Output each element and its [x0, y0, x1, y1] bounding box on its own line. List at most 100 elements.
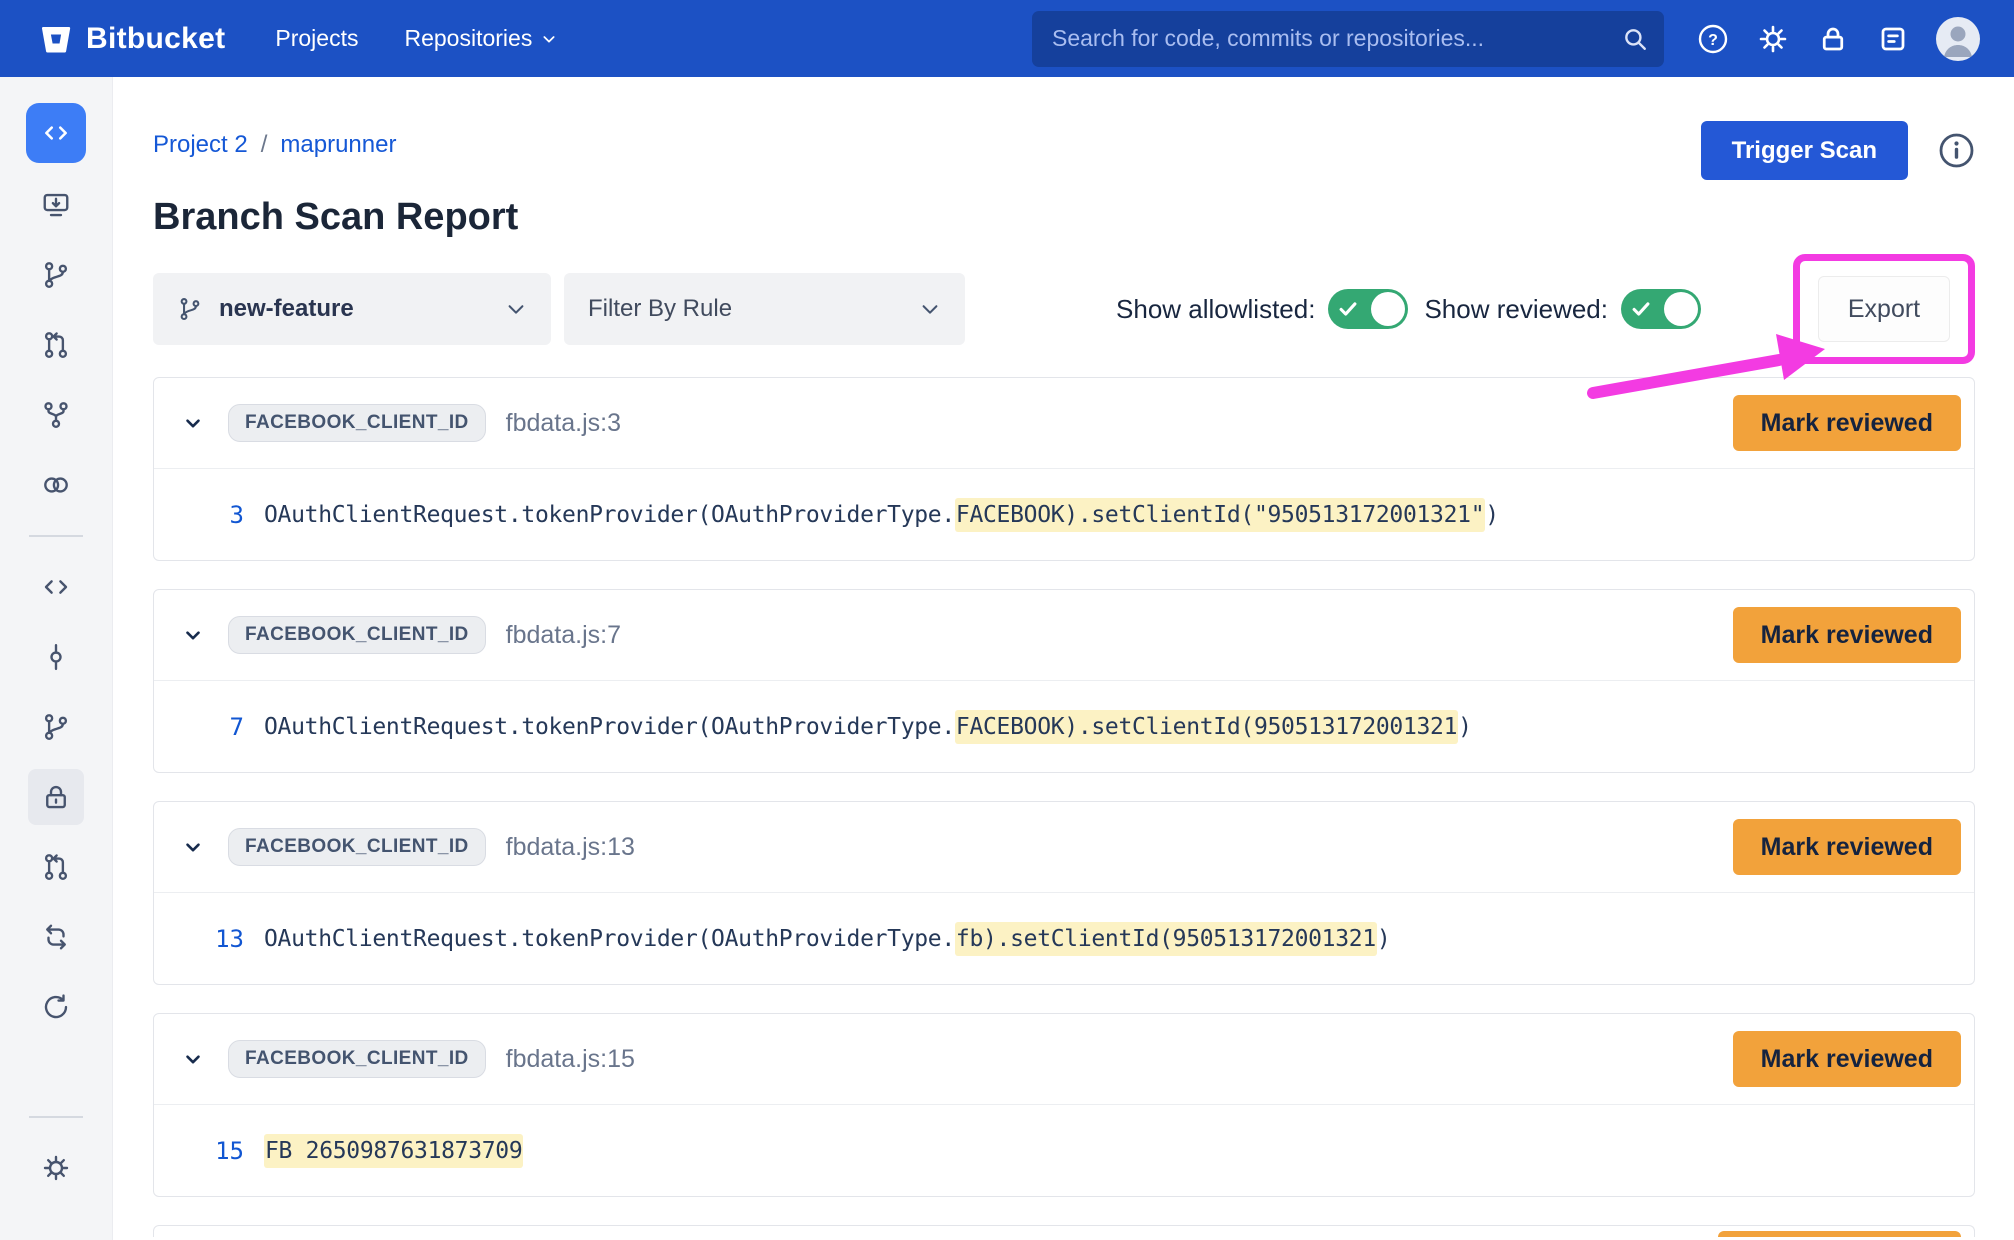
- finding-card-partial: [153, 1225, 1975, 1237]
- page-header: Project 2 / maprunner Trigger Scan: [153, 121, 1975, 180]
- collapse-chevron-icon[interactable]: [182, 412, 204, 434]
- header-actions: Trigger Scan: [1701, 121, 1975, 180]
- lock-icon[interactable]: [1816, 22, 1850, 56]
- brand-name: Bitbucket: [86, 22, 225, 56]
- security-lock-icon[interactable]: [28, 769, 84, 825]
- filter-row: new-feature Filter By Rule Show allowlis…: [153, 273, 1975, 345]
- primary-nav: Projects Repositories: [275, 25, 557, 52]
- show-allowlisted-toggle[interactable]: [1328, 289, 1408, 329]
- breadcrumb-repo-link[interactable]: maprunner: [280, 131, 396, 159]
- rule-filter-select[interactable]: Filter By Rule: [564, 273, 965, 345]
- show-reviewed-toggle[interactable]: [1621, 289, 1701, 329]
- compare-icon[interactable]: [28, 909, 84, 965]
- toggle-knob: [1371, 292, 1405, 326]
- findings-list: FACEBOOK_CLIENT_ID fbdata.js:3 Mark revi…: [153, 377, 1975, 1237]
- finding-location: fbdata.js:15: [506, 1045, 635, 1074]
- pipelines-icon[interactable]: [28, 457, 84, 513]
- breadcrumb-project-link[interactable]: Project 2: [153, 131, 248, 159]
- finding-card-header: FACEBOOK_CLIENT_ID fbdata.js:3 Mark revi…: [154, 378, 1974, 468]
- repository-icon[interactable]: [26, 103, 86, 163]
- trigger-scan-button[interactable]: Trigger Scan: [1701, 121, 1908, 180]
- collapse-chevron-icon[interactable]: [182, 624, 204, 646]
- nav-repositories-label: Repositories: [404, 25, 532, 52]
- chevron-down-icon: [919, 298, 941, 320]
- show-reviewed-label: Show reviewed:: [1424, 294, 1608, 325]
- secret-highlight: FACEBOOK).setClientId("950513172001321": [955, 498, 1485, 532]
- finding-card: FACEBOOK_CLIENT_ID fbdata.js:7 Mark revi…: [153, 589, 1975, 773]
- help-icon[interactable]: ?: [1696, 22, 1730, 56]
- page-title: Branch Scan Report: [153, 196, 1975, 239]
- code-snippet: 13 OAuthClientRequest.tokenProvider(OAut…: [154, 892, 1974, 984]
- export-button[interactable]: Export: [1818, 276, 1950, 342]
- svg-text:?: ?: [1708, 32, 1718, 49]
- sync-icon[interactable]: [28, 979, 84, 1035]
- collapse-chevron-icon[interactable]: [182, 1048, 204, 1070]
- nav-repositories[interactable]: Repositories: [404, 25, 557, 52]
- code-line-number: 3: [200, 501, 244, 529]
- chevron-down-icon: [505, 298, 527, 320]
- mark-reviewed-button[interactable]: Mark reviewed: [1733, 1031, 1961, 1087]
- pull-request-icon[interactable]: [28, 317, 84, 373]
- mark-reviewed-button[interactable]: Mark reviewed: [1733, 607, 1961, 663]
- commit-icon[interactable]: [28, 629, 84, 685]
- branch-icon[interactable]: [28, 247, 84, 303]
- clone-icon[interactable]: [28, 177, 84, 233]
- mark-reviewed-button[interactable]: Mark reviewed: [1733, 395, 1961, 451]
- finding-card-header: FACEBOOK_CLIENT_ID fbdata.js:15 Mark rev…: [154, 1014, 1974, 1104]
- code-snippet: 3 OAuthClientRequest.tokenProvider(OAuth…: [154, 468, 1974, 560]
- sidebar-bottom: [0, 1108, 112, 1210]
- mark-reviewed-button[interactable]: [1718, 1231, 1961, 1237]
- search-icon: [1622, 26, 1648, 52]
- code-line-number: 13: [200, 925, 244, 953]
- search-input[interactable]: [1052, 25, 1622, 52]
- pull-requests-icon[interactable]: [28, 839, 84, 895]
- code-line: FB 2650987631873709: [264, 1138, 523, 1164]
- search-bar[interactable]: [1032, 11, 1664, 67]
- show-allowlisted-label: Show allowlisted:: [1116, 294, 1315, 325]
- secret-highlight: FACEBOOK).setClientId(950513172001321: [955, 710, 1458, 744]
- finding-location: fbdata.js:7: [506, 621, 621, 650]
- nav-projects[interactable]: Projects: [275, 25, 358, 52]
- bitbucket-home-link[interactable]: Bitbucket: [39, 22, 225, 56]
- finding-card-header: FACEBOOK_CLIENT_ID fbdata.js:13 Mark rev…: [154, 802, 1974, 892]
- rule-badge: FACEBOOK_CLIENT_ID: [228, 828, 486, 866]
- info-icon[interactable]: [1938, 132, 1975, 169]
- secret-highlight: fb).setClientId(950513172001321: [955, 922, 1377, 956]
- finding-card-header: FACEBOOK_CLIENT_ID fbdata.js:7 Mark revi…: [154, 590, 1974, 680]
- avatar[interactable]: [1936, 17, 1980, 61]
- collapse-chevron-icon[interactable]: [182, 836, 204, 858]
- branch-icon: [177, 296, 203, 322]
- export-annotation-box: Export: [1793, 254, 1975, 364]
- source-code-icon[interactable]: [28, 559, 84, 615]
- finding-card: FACEBOOK_CLIENT_ID fbdata.js:3 Mark revi…: [153, 377, 1975, 561]
- branch-select[interactable]: new-feature: [153, 273, 551, 345]
- rule-filter-value: Filter By Rule: [588, 295, 919, 323]
- toggle-knob: [1664, 292, 1698, 326]
- code-snippet: 7 OAuthClientRequest.tokenProvider(OAuth…: [154, 680, 1974, 772]
- settings-gear-icon[interactable]: [28, 1140, 84, 1196]
- rule-badge: FACEBOOK_CLIENT_ID: [228, 616, 486, 654]
- feedback-icon[interactable]: [1876, 22, 1910, 56]
- code-line: OAuthClientRequest.tokenProvider(OAuthPr…: [264, 714, 1472, 740]
- top-nav: Bitbucket Projects Repositories ?: [0, 0, 2014, 77]
- sidebar-divider: [29, 1116, 83, 1118]
- chevron-down-icon: [541, 31, 557, 47]
- left-sidebar: [0, 77, 113, 1240]
- fork-icon[interactable]: [28, 387, 84, 443]
- mark-reviewed-button[interactable]: Mark reviewed: [1733, 819, 1961, 875]
- breadcrumb-separator: /: [261, 131, 268, 159]
- code-snippet: 15 FB 2650987631873709: [154, 1104, 1974, 1196]
- breadcrumb: Project 2 / maprunner: [153, 121, 396, 159]
- settings-gear-icon[interactable]: [1756, 22, 1790, 56]
- check-icon: [1337, 298, 1359, 320]
- branches-icon[interactable]: [28, 699, 84, 755]
- sidebar-divider: [29, 535, 83, 537]
- secret-highlight: FB 2650987631873709: [264, 1134, 523, 1168]
- code-line-number: 7: [200, 713, 244, 741]
- finding-card: FACEBOOK_CLIENT_ID fbdata.js:15 Mark rev…: [153, 1013, 1975, 1197]
- code-line: OAuthClientRequest.tokenProvider(OAuthPr…: [264, 926, 1390, 952]
- code-line: OAuthClientRequest.tokenProvider(OAuthPr…: [264, 502, 1499, 528]
- finding-location: fbdata.js:13: [506, 833, 635, 862]
- rule-badge: FACEBOOK_CLIENT_ID: [228, 404, 486, 442]
- branch-select-value: new-feature: [219, 295, 489, 323]
